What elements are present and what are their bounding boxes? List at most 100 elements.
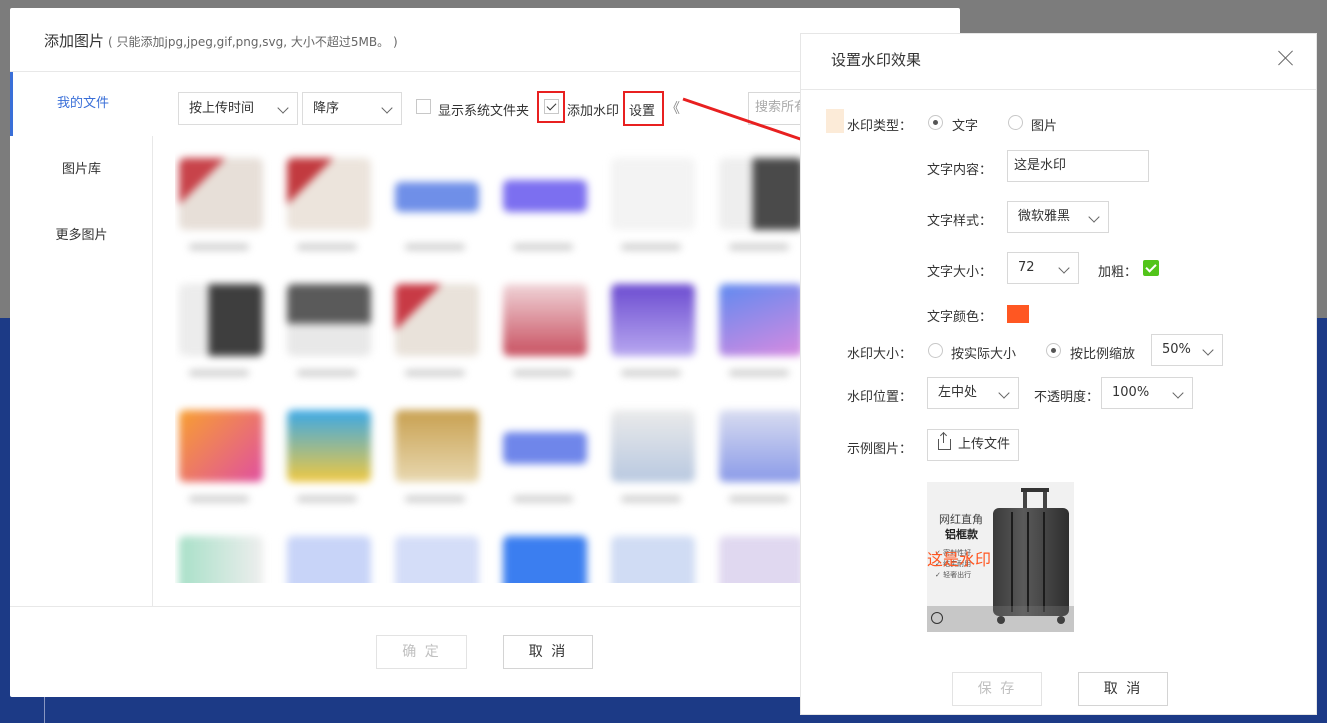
opacity-select[interactable]: 100% [1101,377,1193,409]
show-system-folders-checkbox[interactable] [416,99,431,114]
sample-preview-image: 网红直角 铝框款 ✓ 密封性好 ✓ 结实耐用 ✓ 轻奢出行 这是水印 [927,482,1074,632]
text-size-label: 文字大小： [927,265,993,280]
order-value: 降序 [313,101,340,116]
image-thumbnail[interactable] [391,530,487,583]
opacity-value: 100% [1112,385,1150,400]
watermark-settings-panel: 设置水印效果 水印类型： 文字 图片 文字内容： 这是水印 文字样式： 微软雅黑… [800,33,1317,715]
image-thumbnail[interactable] [175,152,271,270]
suitcase-body [993,508,1069,616]
image-thumbnail[interactable] [715,152,800,270]
size-radio-actual[interactable] [928,343,943,358]
text-style-label: 文字样式： [927,214,993,229]
upload-file-label: 上传文件 [958,437,1011,452]
collapse-icon[interactable]: 《 [666,98,680,118]
image-thumbnail[interactable] [607,404,703,522]
save-button[interactable]: 保 存 [952,672,1042,706]
font-family-select[interactable]: 微软雅黑 [1007,201,1109,233]
sidebar-item-image-library[interactable]: 图片库 [10,138,153,202]
watermark-overlay-text: 这是水印 [927,550,992,569]
chevron-down-icon [1088,211,1100,223]
chevron-down-icon [1202,344,1214,356]
image-thumbnail[interactable] [391,404,487,522]
cancel-button[interactable]: 取 消 [503,635,593,669]
upload-file-button[interactable]: 上传文件 [927,429,1020,461]
image-thumbnail[interactable] [283,278,379,396]
sample-headline: 网红直角 [939,513,983,526]
sample-image-label: 示例图片： [847,442,913,457]
suitcase-rib [1027,512,1029,612]
text-content-label: 文字内容： [927,163,993,178]
image-thumbnail[interactable] [499,152,595,270]
size-radio-actual-label: 按实际大小 [951,347,1017,362]
image-thumbnail[interactable] [283,530,379,583]
chevron-down-icon [277,102,289,114]
dialog-subtitle: ( 只能添加jpg,jpeg,gif,png,svg, 大小不超过5MB。 ) [108,35,398,49]
image-thumbnail[interactable] [607,152,703,270]
image-thumbnail[interactable] [499,278,595,396]
image-thumbnail[interactable] [283,404,379,522]
text-content-input[interactable]: 这是水印 [1007,150,1149,182]
type-radio-image[interactable] [1008,115,1023,130]
text-color-label: 文字颜色： [927,310,993,325]
chevron-down-icon [1172,387,1184,399]
image-thumbnail[interactable] [715,530,800,583]
sidebar: 我的文件 图片库 更多图片 [10,72,153,606]
sample-subheadline: 铝框款 [945,528,978,541]
type-radio-text-label: 文字 [952,119,979,134]
suitcase-handle [1043,490,1047,510]
bold-checkbox[interactable] [1143,260,1159,276]
image-thumbnail[interactable] [175,404,271,522]
suitcase-rib [1043,512,1045,612]
image-thumbnail[interactable] [283,152,379,270]
scale-select[interactable]: 50% [1151,334,1223,366]
font-size-value: 72 [1018,260,1035,275]
watermark-position-label: 水印位置： [847,390,913,405]
suitcase-handle [1023,490,1027,510]
image-thumbnail[interactable] [175,278,271,396]
size-radio-scale[interactable] [1046,343,1061,358]
bold-label: 加粗： [1098,265,1138,280]
order-select[interactable]: 降序 [302,92,402,125]
image-thumbnail[interactable] [715,404,800,522]
panel-cancel-button[interactable]: 取 消 [1078,672,1168,706]
watermark-size-label: 水印大小： [847,347,913,362]
dialog-title: 添加图片( 只能添加jpg,jpeg,gif,png,svg, 大小不超过5MB… [44,30,398,51]
close-icon[interactable] [1276,48,1296,68]
chevron-down-icon [1058,262,1070,274]
font-size-select[interactable]: 72 [1007,252,1079,284]
image-thumbnail[interactable] [499,404,595,522]
image-thumbnail[interactable] [391,278,487,396]
image-thumbnail[interactable] [715,278,800,396]
sort-by-select[interactable]: 按上传时间 [178,92,298,125]
show-system-folders-label: 显示系统文件夹 [438,104,530,119]
position-value: 左中处 [938,385,978,400]
panel-title: 设置水印效果 [831,51,922,69]
image-thumbnail[interactable] [175,530,271,583]
suitcase-rib [1011,512,1013,612]
upload-icon [938,433,951,450]
image-thumbnail[interactable] [607,530,703,583]
image-thumbnail[interactable] [391,152,487,270]
add-watermark-checkbox[interactable] [544,99,559,114]
opacity-label: 不透明度： [1034,390,1100,405]
scale-value: 50% [1162,342,1191,357]
sort-by-value: 按上传时间 [189,101,255,116]
position-select[interactable]: 左中处 [927,377,1019,409]
text-color-swatch[interactable] [1007,305,1029,323]
type-radio-image-label: 图片 [1031,119,1058,134]
confirm-button[interactable]: 确 定 [376,635,467,669]
type-radio-text[interactable] [928,115,943,130]
image-thumbnail[interactable] [607,278,703,396]
panel-divider [801,89,1316,90]
image-thumbnail[interactable] [499,530,595,583]
dialog-title-text: 添加图片 [44,32,105,50]
sidebar-item-more-images[interactable]: 更多图片 [10,204,153,268]
image-grid [175,148,800,583]
watermark-settings-link[interactable]: 设置 [629,100,655,119]
tooltip-stub [826,109,844,133]
sample-feature: ✓ 轻奢出行 [935,571,972,579]
suitcase-handle [1021,488,1049,492]
chevron-down-icon [381,102,393,114]
sidebar-item-my-files[interactable]: 我的文件 [10,72,153,136]
search-input[interactable]: 搜索所有 [748,92,808,125]
